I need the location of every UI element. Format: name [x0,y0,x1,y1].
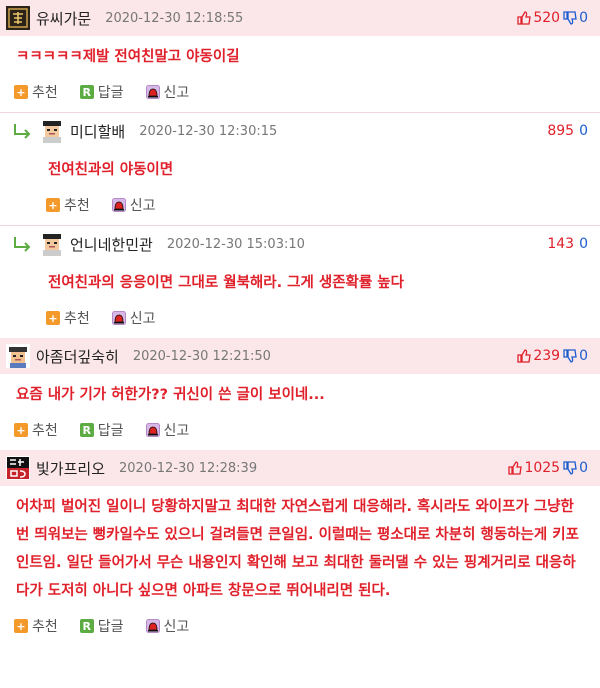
plus-icon: + [14,85,28,99]
reply-button[interactable]: R 답글 [79,420,124,440]
comment-header: 빛가프리오 2020-12-30 12:28:39 1025 0 [0,450,600,486]
siren-icon [145,619,160,633]
reply-button[interactable]: R 답글 [79,616,124,636]
comment-header: 유씨가문 2020-12-30 12:18:55 520 0 [0,0,600,36]
author-name[interactable]: 아좀더깊숙히 [36,346,119,367]
siren-icon [111,311,126,325]
recommend-button[interactable]: + 추천 [46,195,90,215]
reply-icon: R [79,423,94,437]
reply-label: 답글 [97,423,124,439]
plus-icon: + [46,311,60,325]
comment-actions: + 추천 신고 [0,191,600,219]
vote-counts: 143 0 [545,236,588,252]
report-label: 신고 [163,619,190,635]
author-name[interactable]: 언니네한민관 [70,234,153,255]
reply-comment: 언니네한민관 2020-12-30 15:03:10 143 0 전여친과의 응… [0,226,600,332]
comment-date: 2020-12-30 12:18:55 [105,10,244,26]
comment-actions: + 추천 R 답글 신고 [0,612,600,640]
comment-header: 아좀더깊숙히 2020-12-30 12:21:50 239 0 [0,338,600,374]
thumbs-up-icon[interactable] [517,349,532,363]
downvote-count: 0 [579,460,588,476]
recommend-label: 추천 [32,85,58,101]
recommend-button[interactable]: + 추천 [14,82,58,102]
report-label: 신고 [129,198,156,214]
reply-label: 답글 [97,619,124,635]
recommend-button[interactable]: + 추천 [46,308,90,328]
reply-button[interactable]: R 답글 [79,82,124,102]
siren-icon [111,198,126,212]
report-button[interactable]: 신고 [111,195,156,215]
comment-text: 요즘 내가 기가 허한가?? 귀신이 쓴 글이 보이네... [16,387,325,403]
thumbs-up-icon[interactable] [517,11,532,25]
comment-actions: + 추천 R 답글 신고 [0,416,600,444]
thumbs-up-icon[interactable] [508,461,523,475]
report-label: 신고 [163,85,190,101]
comment-text: 전여친과의 응응이면 그대로 월북해라. 그게 생존확률 높다 [48,275,404,291]
comment-actions: + 추천 신고 [0,304,600,332]
report-label: 신고 [163,423,190,439]
reply-label: 답글 [97,85,124,101]
avatar[interactable] [6,344,30,368]
recommend-button[interactable]: + 추천 [14,420,58,440]
upvote-count: 520 [533,10,561,26]
comment-date: 2020-12-30 12:30:15 [139,123,278,139]
upvote-count: 1025 [524,460,561,476]
comment-header: 언니네한민관 2020-12-30 15:03:10 143 0 [0,226,600,262]
comment-text: 어차피 벌어진 일이니 당황하지말고 최대한 자연스럽게 대응해라. 혹시라도 … [16,499,579,599]
avatar[interactable] [40,232,64,256]
plus-icon: + [46,198,60,212]
recommend-label: 추천 [32,423,58,439]
siren-icon [145,85,160,99]
upvote-count: 895 [547,123,575,139]
comment-text: ㅋㅋㅋㅋㅋ제발 전여친말고 야동이길 [16,49,240,65]
reply-comment: 미디할배 2020-12-30 12:30:15 895 0 전여친과의 야동이… [0,113,600,226]
comment-header: 미디할배 2020-12-30 12:30:15 895 0 [0,113,600,149]
vote-counts: 1025 0 [508,460,588,476]
downvote-count: 0 [579,236,588,252]
reply-icon: R [79,619,94,633]
comment-text: 전여친과의 야동이면 [48,162,174,178]
recommend-label: 추천 [64,198,90,214]
recommend-label: 추천 [32,619,58,635]
plus-icon: + [14,423,28,437]
author-name[interactable]: 미디할배 [70,121,125,142]
upvote-count: 143 [547,236,575,252]
recommend-label: 추천 [64,311,90,327]
comment: 빛가프리오 2020-12-30 12:28:39 1025 0 어차피 벌어진… [0,450,600,640]
comment-date: 2020-12-30 15:03:10 [166,236,305,252]
avatar[interactable] [6,456,30,480]
comment: 유씨가문 2020-12-30 12:18:55 520 0 ㅋㅋㅋㅋㅋ제발 전… [0,0,600,113]
thumbs-down-icon[interactable] [563,349,577,363]
plus-icon: + [14,619,28,633]
avatar[interactable] [6,6,30,30]
upvote-count: 239 [533,348,561,364]
downvote-count: 0 [579,123,588,139]
author-name[interactable]: 유씨가문 [36,8,91,29]
report-button[interactable]: 신고 [111,308,156,328]
report-button[interactable]: 신고 [145,616,190,636]
thumbs-down-icon[interactable] [563,461,577,475]
vote-counts: 239 0 [517,348,588,364]
reply-arrow-icon [14,237,31,252]
vote-counts: 520 0 [517,10,588,26]
siren-icon [145,423,160,437]
reply-icon: R [79,85,94,99]
comment-date: 2020-12-30 12:28:39 [119,460,258,476]
vote-counts: 895 0 [545,123,588,139]
report-button[interactable]: 신고 [145,82,190,102]
avatar[interactable] [40,119,64,143]
thumbs-down-icon[interactable] [563,11,577,25]
recommend-button[interactable]: + 추천 [14,616,58,636]
report-button[interactable]: 신고 [145,420,190,440]
author-name[interactable]: 빛가프리오 [36,458,105,479]
comment: 아좀더깊숙히 2020-12-30 12:21:50 239 0 요즘 내가 기… [0,338,600,444]
reply-arrow-icon [14,124,31,139]
downvote-count: 0 [579,348,588,364]
comment-actions: + 추천 R 답글 신고 [0,78,600,106]
downvote-count: 0 [579,10,588,26]
comment-date: 2020-12-30 12:21:50 [132,348,271,364]
report-label: 신고 [129,311,156,327]
